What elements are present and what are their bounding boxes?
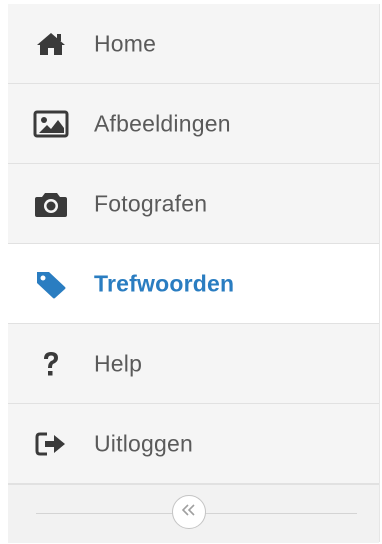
- sidebar-item-fotografen[interactable]: Fotografen: [8, 164, 379, 244]
- sidebar-item-label: Afbeeldingen: [94, 110, 231, 136]
- double-chevron-left-icon: [181, 503, 196, 521]
- sidebar-item-afbeeldingen[interactable]: Afbeeldingen: [8, 84, 379, 164]
- question-icon: [32, 349, 70, 379]
- sidebar-item-uitloggen[interactable]: Uitloggen: [8, 404, 379, 484]
- home-icon: [32, 29, 70, 59]
- sidebar-item-label: Trefwoorden: [94, 270, 235, 296]
- tag-icon: [32, 269, 70, 299]
- sidebar-item-home[interactable]: Home: [8, 4, 379, 84]
- sidebar-item-label: Help: [94, 350, 143, 376]
- sidebar-nav: Home Afbeeldingen Fotografen Trefwoorden…: [8, 4, 380, 543]
- camera-icon: [32, 189, 70, 219]
- sidebar-item-help[interactable]: Help: [8, 324, 379, 404]
- sign-out-icon: [32, 429, 70, 459]
- sidebar-item-label: Home: [94, 30, 157, 56]
- sidebar-item-label: Fotografen: [94, 190, 208, 216]
- sidebar-collapse-bar: [8, 484, 379, 543]
- sidebar-item-trefwoorden[interactable]: Trefwoorden: [8, 244, 379, 324]
- sidebar-item-label: Uitloggen: [94, 430, 193, 456]
- image-icon: [32, 109, 70, 139]
- collapse-sidebar-button[interactable]: [172, 495, 206, 529]
